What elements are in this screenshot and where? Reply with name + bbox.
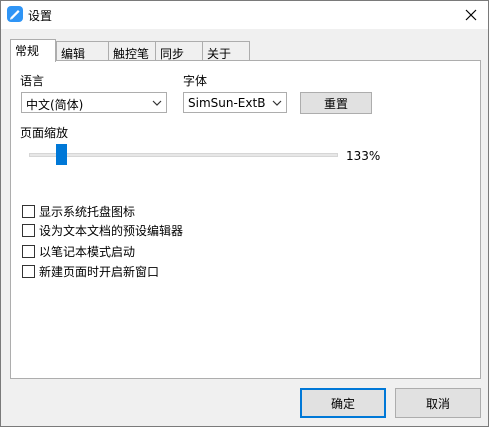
font-value: SimSun-ExtB: [188, 96, 266, 110]
close-button[interactable]: [454, 1, 488, 29]
title-bar: 设置: [1, 1, 488, 29]
font-label: 字体: [183, 74, 208, 88]
chevron-down-icon: [272, 100, 282, 106]
checkbox-box[interactable]: [22, 244, 35, 258]
checkbox-new-window[interactable]: 新建页面时开启新窗口: [22, 263, 159, 279]
ok-button[interactable]: 确定: [300, 388, 386, 418]
checkbox-box[interactable]: [22, 223, 35, 237]
language-select[interactable]: 中文(简体): [21, 92, 167, 113]
checkbox-tray-icon[interactable]: 显示系统托盘图标: [22, 203, 135, 219]
zoom-value: 133%: [346, 149, 381, 163]
tab-pen[interactable]: 触控笔: [108, 41, 156, 61]
zoom-slider-track[interactable]: [29, 153, 338, 157]
settings-dialog: 设置 常规 编辑 触控笔 同步 关于 语言 中文(简体) 字体 SimSun-E…: [0, 0, 489, 427]
font-select[interactable]: SimSun-ExtB: [183, 92, 287, 113]
cancel-label: 取消: [425, 396, 450, 411]
tab-about[interactable]: 关于: [202, 41, 250, 61]
language-value: 中文(简体): [26, 98, 84, 112]
checkbox-label[interactable]: 新建页面时开启新窗口: [39, 263, 159, 280]
close-icon: [465, 9, 477, 21]
tab-general[interactable]: 常规: [10, 39, 56, 62]
checkbox-box[interactable]: [22, 264, 35, 278]
zoom-slider-thumb[interactable]: [55, 144, 67, 165]
checkbox-label[interactable]: 显示系统托盘图标: [39, 203, 135, 220]
general-panel: 语言 中文(简体) 字体 SimSun-ExtB 重置 页面缩放 133% 显示…: [10, 60, 481, 379]
checkbox-default-text-editor[interactable]: 设为文本文档的预设编辑器: [22, 222, 183, 238]
checkbox-notebook-mode[interactable]: 以笔记本模式启动: [22, 243, 135, 259]
app-icon: [7, 6, 23, 22]
language-label: 语言: [20, 74, 45, 88]
tab-label: 编辑: [61, 47, 86, 61]
tab-sync[interactable]: 同步: [155, 41, 203, 61]
cancel-button[interactable]: 取消: [395, 388, 481, 418]
ok-label: 确定: [330, 396, 355, 411]
tab-label: 关于: [207, 47, 232, 61]
checkbox-box[interactable]: [22, 204, 35, 218]
checkbox-label[interactable]: 以笔记本模式启动: [39, 243, 135, 260]
checkbox-label[interactable]: 设为文本文档的预设编辑器: [39, 222, 183, 239]
window-title: 设置: [28, 9, 53, 23]
tab-label: 同步: [160, 47, 185, 61]
reset-font-button[interactable]: 重置: [300, 92, 372, 114]
tab-label: 触控笔: [113, 47, 150, 61]
chevron-down-icon: [152, 100, 162, 106]
tab-label: 常规: [15, 44, 40, 58]
reset-label: 重置: [323, 96, 348, 111]
tab-edit[interactable]: 编辑: [56, 41, 109, 61]
zoom-label: 页面缩放: [20, 126, 69, 140]
